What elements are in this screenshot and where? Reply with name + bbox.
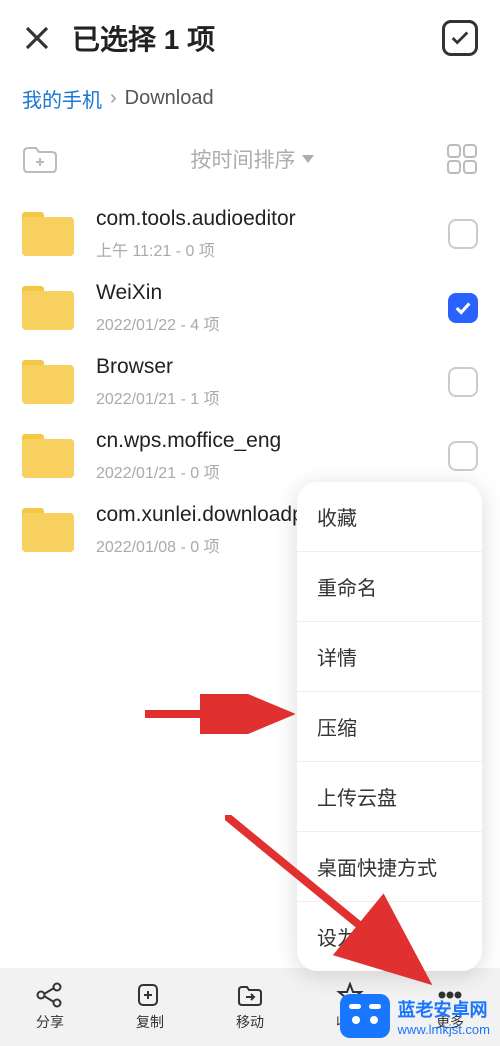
file-meta: 2022/01/22 - 4 项 <box>96 311 426 335</box>
menu-item[interactable]: 压缩 <box>297 692 482 762</box>
close-icon[interactable] <box>22 23 52 53</box>
file-name: Browser <box>96 355 426 379</box>
copy-icon <box>135 982 165 1008</box>
file-name: WeiXin <box>96 281 426 305</box>
select-all-button[interactable] <box>442 20 478 56</box>
menu-item[interactable]: 设为来源 <box>297 902 482 971</box>
file-item[interactable]: WeiXin 2022/01/22 - 4 项 <box>0 271 500 345</box>
folder-icon <box>22 286 74 330</box>
grid-view-icon[interactable] <box>446 143 478 175</box>
header-title: 已选择 1 项 <box>72 18 422 58</box>
menu-item[interactable]: 详情 <box>297 622 482 692</box>
folder-icon <box>22 212 74 256</box>
menu-item[interactable]: 桌面快捷方式 <box>297 832 482 902</box>
menu-item[interactable]: 上传云盘 <box>297 762 482 832</box>
folder-icon <box>22 434 74 478</box>
new-folder-icon[interactable] <box>22 143 58 175</box>
file-meta: 2022/01/21 - 0 项 <box>96 459 426 483</box>
file-item[interactable]: Browser 2022/01/21 - 1 项 <box>0 345 500 419</box>
arrow-annotation <box>145 694 295 734</box>
context-menu: 收藏重命名详情压缩上传云盘桌面快捷方式设为来源 <box>297 482 482 971</box>
breadcrumb: 我的手机 › Download <box>0 76 500 129</box>
checkbox[interactable] <box>448 293 478 323</box>
sort-button[interactable]: 按时间排序 <box>191 144 314 174</box>
file-meta: 上午 11:21 - 0 项 <box>96 237 426 261</box>
checkbox[interactable] <box>448 441 478 471</box>
file-meta: 2022/01/21 - 1 项 <box>96 385 426 409</box>
breadcrumb-root[interactable]: 我的手机 <box>22 84 102 113</box>
file-name: cn.wps.moffice_eng <box>96 429 426 453</box>
share-icon <box>35 982 65 1008</box>
breadcrumb-current: Download <box>125 87 214 110</box>
share-button[interactable]: 分享 <box>0 982 100 1032</box>
watermark-logo <box>340 994 390 1038</box>
chevron-down-icon <box>302 155 314 163</box>
folder-icon <box>22 360 74 404</box>
move-button[interactable]: 移动 <box>200 982 300 1032</box>
menu-item[interactable]: 重命名 <box>297 552 482 622</box>
file-name: com.tools.audioeditor <box>96 207 426 231</box>
checkbox[interactable] <box>448 219 478 249</box>
folder-icon <box>22 508 74 552</box>
file-item[interactable]: com.tools.audioeditor 上午 11:21 - 0 项 <box>0 197 500 271</box>
checkbox[interactable] <box>448 367 478 397</box>
menu-item[interactable]: 收藏 <box>297 482 482 552</box>
copy-button[interactable]: 复制 <box>100 982 200 1032</box>
chevron-right-icon: › <box>110 87 117 110</box>
move-icon <box>235 982 265 1008</box>
watermark: 蓝老安卓网 www.lmkjst.com <box>340 994 490 1038</box>
